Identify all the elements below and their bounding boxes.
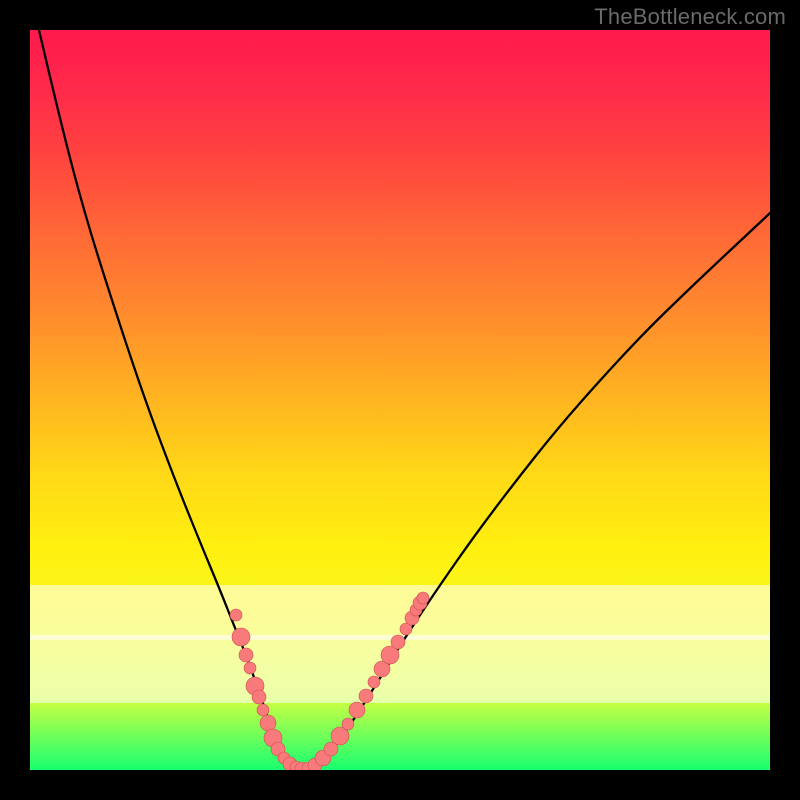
curve-marker: [368, 676, 380, 688]
curve-marker: [342, 718, 354, 730]
curve-marker: [232, 628, 250, 646]
curve-marker: [239, 648, 253, 662]
curve-marker: [417, 592, 429, 604]
chart-overlay: [30, 30, 770, 770]
watermark-text: TheBottleneck.com: [594, 4, 786, 30]
curve-markers: [230, 592, 429, 770]
curve-marker: [260, 715, 276, 731]
chart-frame: TheBottleneck.com: [0, 0, 800, 800]
curve-marker: [230, 609, 242, 621]
plot-area: [30, 30, 770, 770]
curve-marker: [359, 689, 373, 703]
curve-marker: [244, 662, 256, 674]
curve-marker: [252, 690, 266, 704]
curve-marker: [349, 702, 365, 718]
curve-marker: [391, 635, 405, 649]
bottleneck-curve: [39, 30, 770, 770]
curve-marker: [257, 704, 269, 716]
